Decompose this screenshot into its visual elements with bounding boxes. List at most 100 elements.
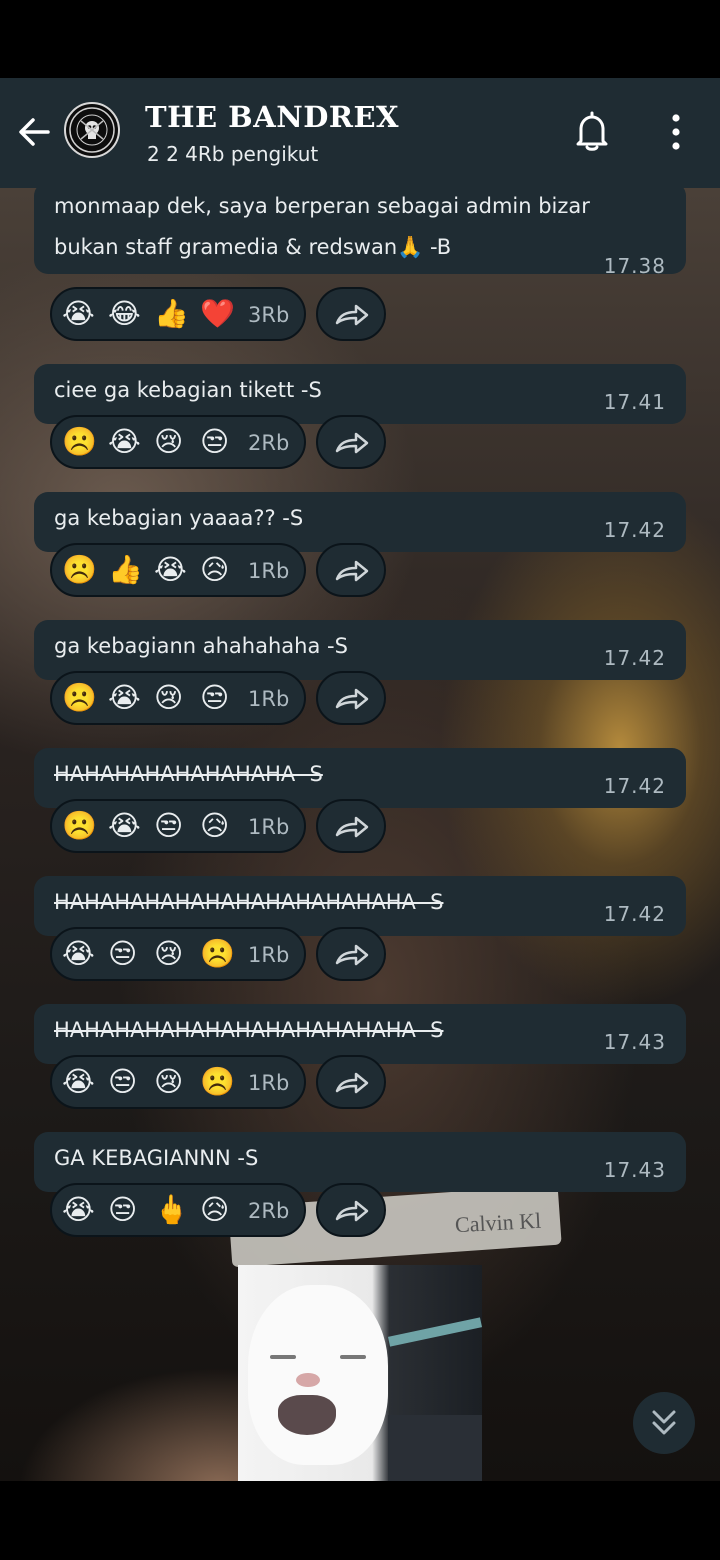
- message-text: ga kebagiann ahahahaha -S: [54, 634, 348, 658]
- message-text: monmaap dek, saya berperan sebagai admin…: [54, 194, 590, 259]
- more-options-button[interactable]: [660, 112, 692, 152]
- reaction-emoji: ☹️: [62, 425, 97, 458]
- reaction-count: 1Rb: [248, 559, 290, 583]
- arrow-left-icon: [19, 118, 50, 146]
- reaction-emoji: ☹️: [62, 681, 97, 714]
- reaction-emoji: 😭: [108, 809, 141, 842]
- message-text: GA KEBAGIANNN -S: [54, 1146, 259, 1170]
- scroll-to-bottom-button[interactable]: [633, 1392, 695, 1454]
- reaction-emoji: 😢: [154, 681, 184, 714]
- reaction-count: 2Rb: [248, 1199, 290, 1223]
- message-time: 17.43: [603, 1158, 666, 1182]
- forward-button[interactable]: [316, 543, 386, 597]
- reaction-emoji: 😢: [154, 937, 184, 970]
- reaction-emoji: ❤️: [200, 297, 235, 330]
- message-time: 17.42: [603, 518, 666, 542]
- message-text: ciee ga kebagian tikett -S: [54, 378, 322, 402]
- reaction-count: 1Rb: [248, 815, 290, 839]
- message-bubble[interactable]: monmaap dek, saya berperan sebagai admin…: [34, 188, 686, 278]
- forward-arrow-icon: [335, 688, 369, 710]
- forward-arrow-icon: [335, 1072, 369, 1094]
- bell-icon: [576, 111, 608, 151]
- reaction-emoji: 😭: [62, 1065, 95, 1098]
- reaction-emoji: 👍: [108, 553, 143, 586]
- notification-button[interactable]: [572, 110, 612, 154]
- forward-button[interactable]: [316, 799, 386, 853]
- reaction-emoji: ☹️: [200, 1065, 235, 1098]
- background-waistband-text: Calvin Kl: [454, 1207, 542, 1238]
- reaction-emoji: ☹️: [62, 809, 97, 842]
- reaction-emoji: 😒: [108, 1065, 138, 1098]
- back-button[interactable]: [14, 112, 54, 152]
- reaction-emoji: 😭: [154, 553, 187, 586]
- more-vertical-icon: [672, 114, 680, 150]
- reaction-emoji: 😥: [200, 1193, 230, 1226]
- message-time: 17.43: [603, 1030, 666, 1054]
- reaction-emoji: 😭: [62, 937, 95, 970]
- status-bar: [0, 0, 720, 78]
- reactions-bar[interactable]: 😭 😒 😢 ☹️ 1Rb: [50, 1055, 306, 1109]
- reaction-count: 1Rb: [248, 687, 290, 711]
- reaction-emoji: ☹️: [200, 937, 235, 970]
- cat-eye: [270, 1355, 296, 1359]
- forward-button[interactable]: [316, 671, 386, 725]
- reactions-bar[interactable]: ☹️ 😭 😒 😥 1Rb: [50, 799, 306, 853]
- message-text: ga kebagian yaaaa?? -S: [54, 506, 304, 530]
- forward-arrow-icon: [335, 304, 369, 326]
- reaction-emoji: 😭: [62, 297, 95, 330]
- message-time: 17.42: [603, 774, 666, 798]
- forward-arrow-icon: [335, 432, 369, 454]
- reaction-emoji: 😭: [108, 425, 141, 458]
- channel-logo-icon: [69, 107, 115, 153]
- reactions-bar[interactable]: ☹️ 😭 😢 😒 2Rb: [50, 415, 306, 469]
- channel-title[interactable]: THE BANDREX: [145, 100, 399, 134]
- reactions-bar[interactable]: ☹️ 👍 😭 😥 1Rb: [50, 543, 306, 597]
- reaction-emoji: 😥: [200, 553, 230, 586]
- navigation-bar: [0, 1481, 720, 1560]
- channel-follower-count: 2 2 4Rb pengikut: [147, 142, 319, 166]
- reactions-bar[interactable]: 😭 😂 👍 ❤️ 3Rb: [50, 287, 306, 341]
- reactions-bar[interactable]: 😭 😒 😢 ☹️ 1Rb: [50, 927, 306, 981]
- channel-avatar[interactable]: [64, 102, 120, 158]
- shirt-collar: [387, 1317, 482, 1347]
- message-time: 17.42: [603, 646, 666, 670]
- message-time: 17.38: [603, 254, 666, 278]
- forward-button[interactable]: [316, 1055, 386, 1109]
- channel-header: THE BANDREX 2 2 4Rb pengikut: [0, 78, 720, 188]
- reaction-emoji: 😭: [62, 1193, 95, 1226]
- reaction-emoji: 😒: [154, 809, 184, 842]
- forward-button[interactable]: [316, 415, 386, 469]
- cat-mouth: [278, 1395, 336, 1435]
- forward-button[interactable]: [316, 287, 386, 341]
- reactions-bar[interactable]: 😭 😒 🖕 😥 2Rb: [50, 1183, 306, 1237]
- forward-arrow-icon: [335, 944, 369, 966]
- message-time: 17.42: [603, 902, 666, 926]
- reaction-emoji: 😒: [200, 681, 230, 714]
- reaction-emoji: 😢: [154, 425, 184, 458]
- reaction-emoji: 😒: [200, 425, 230, 458]
- reaction-emoji: 😢: [154, 1065, 184, 1098]
- reaction-emoji: 😭: [108, 681, 141, 714]
- reaction-count: 1Rb: [248, 1071, 290, 1095]
- reaction-count: 2Rb: [248, 431, 290, 455]
- cat-sticker-image[interactable]: [238, 1265, 482, 1481]
- reaction-count: 1Rb: [248, 943, 290, 967]
- cat-nose: [296, 1373, 320, 1387]
- forward-button[interactable]: [316, 1183, 386, 1237]
- message-text: HAHAHAHAHAHAHAHA -S: [54, 762, 323, 786]
- cat-eye: [340, 1355, 366, 1359]
- reaction-count: 3Rb: [248, 303, 290, 327]
- chat-area[interactable]: Calvin Kl monmaap dek, saya berperan seb…: [0, 188, 720, 1481]
- message-time: 17.41: [603, 390, 666, 414]
- forward-arrow-icon: [335, 816, 369, 838]
- shirt: [388, 1415, 482, 1481]
- forward-arrow-icon: [335, 560, 369, 582]
- forward-arrow-icon: [335, 1200, 369, 1222]
- reaction-emoji: 😒: [108, 937, 138, 970]
- reaction-emoji: ☹️: [62, 553, 97, 586]
- reaction-emoji: 😒: [108, 1193, 138, 1226]
- double-chevron-down-icon: [652, 1410, 676, 1435]
- forward-button[interactable]: [316, 927, 386, 981]
- message-text: HAHAHAHAHAHAHAHAHAHAHAHA -S: [54, 890, 444, 914]
- reactions-bar[interactable]: ☹️ 😭 😢 😒 1Rb: [50, 671, 306, 725]
